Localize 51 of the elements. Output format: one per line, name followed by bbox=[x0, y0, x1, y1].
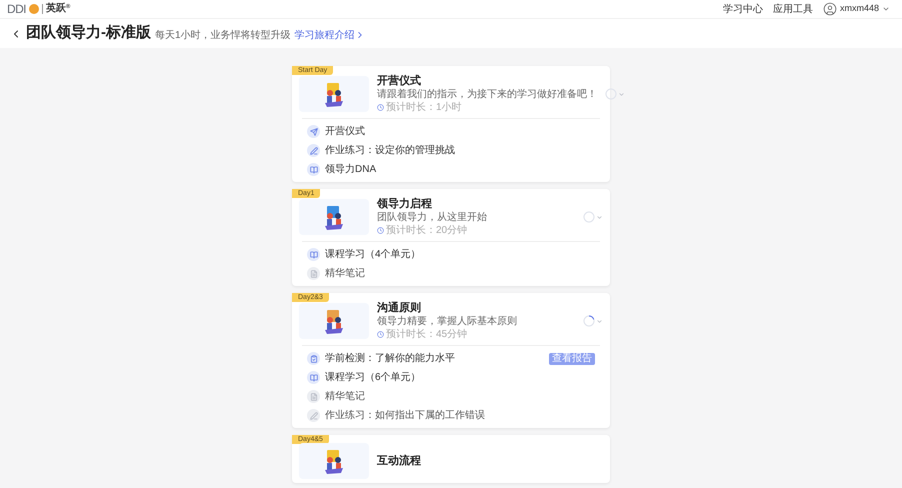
pen-icon bbox=[307, 409, 320, 422]
clipboard-icon bbox=[307, 352, 320, 365]
document-icon bbox=[307, 390, 320, 403]
clock-icon bbox=[377, 331, 384, 338]
stage-title: 沟通原则 bbox=[377, 301, 422, 315]
duration-text: 预计时长：1小时 bbox=[386, 101, 462, 114]
stage-description: 团队领导力，从这里开始 bbox=[377, 211, 488, 224]
page-subtitle: 每天1小时，业务悍将转型升级 bbox=[155, 28, 291, 42]
lesson-item[interactable]: 开营仪式 bbox=[302, 122, 600, 141]
lesson-label: 课程学习（4个单元） bbox=[325, 248, 421, 262]
intro-link[interactable]: 学习旅程介绍 bbox=[294, 28, 365, 42]
stage-description: 请跟着我们的指示，为接下来的学习做好准备吧！ bbox=[377, 88, 597, 101]
brand-name: 英跃$^{®}$ bbox=[46, 4, 70, 14]
clock-icon bbox=[377, 227, 384, 234]
lesson-label: 作业练习：如何指出下属的工作错误 bbox=[325, 408, 485, 423]
lesson-item[interactable]: 作业练习：如何指出下属的工作错误 bbox=[302, 406, 600, 425]
duration-text: 预计时长：20分钟 bbox=[386, 224, 468, 237]
nav-link[interactable]: 应用工具 bbox=[772, 2, 813, 16]
stage-description: 领导力精要，掌握人际基本原则 bbox=[377, 315, 518, 328]
page-title: 团队领导力-标准版 bbox=[26, 23, 151, 44]
lesson-item[interactable]: 精华笔记 bbox=[302, 387, 600, 406]
lesson-item[interactable]: 作业练习：设定你的管理挑战 bbox=[302, 141, 600, 160]
book-icon bbox=[307, 163, 320, 176]
username[interactable]: xmxm448 bbox=[840, 2, 879, 16]
stage-title: 开营仪式 bbox=[377, 74, 422, 88]
clock-icon bbox=[377, 104, 384, 111]
book-icon bbox=[307, 248, 320, 261]
lesson-item[interactable]: 课程学习（6个单元） bbox=[302, 368, 600, 387]
book-icon bbox=[307, 371, 320, 384]
pen-icon bbox=[307, 144, 320, 157]
lesson-label: 领导力DNA bbox=[325, 162, 376, 177]
lesson-item[interactable]: 学前检测：了解你的能力水平 查看报告 bbox=[302, 349, 600, 368]
document-icon bbox=[307, 267, 320, 280]
lesson-item[interactable]: 课程学习（4个单元） bbox=[302, 245, 600, 264]
lesson-label: 课程学习（6个单元） bbox=[325, 370, 421, 385]
lesson-item[interactable]: 领导力DNA bbox=[302, 160, 600, 179]
nav-link[interactable]: 学习中心 bbox=[722, 2, 763, 16]
lesson-label: 学前检测：了解你的能力水平 bbox=[325, 352, 455, 366]
avatar-icon[interactable] bbox=[822, 2, 837, 16]
lesson-label: 精华笔记 bbox=[325, 390, 365, 404]
lesson-label: 作业练习：设定你的管理挑战 bbox=[325, 144, 455, 158]
send-icon bbox=[307, 125, 320, 138]
logo-icon bbox=[28, 4, 39, 14]
logo-text: DDI bbox=[7, 3, 26, 15]
duration-text: 预计时长：45分钟 bbox=[386, 328, 468, 341]
lesson-item[interactable]: 精华笔记 bbox=[302, 264, 600, 283]
lesson-label: 精华笔记 bbox=[325, 266, 365, 281]
stage-title: 互动流程 bbox=[377, 454, 422, 468]
chevron-down-icon[interactable] bbox=[882, 5, 890, 13]
lesson-label: 开营仪式 bbox=[325, 124, 365, 139]
stage-title: 领导力启程 bbox=[377, 197, 433, 211]
